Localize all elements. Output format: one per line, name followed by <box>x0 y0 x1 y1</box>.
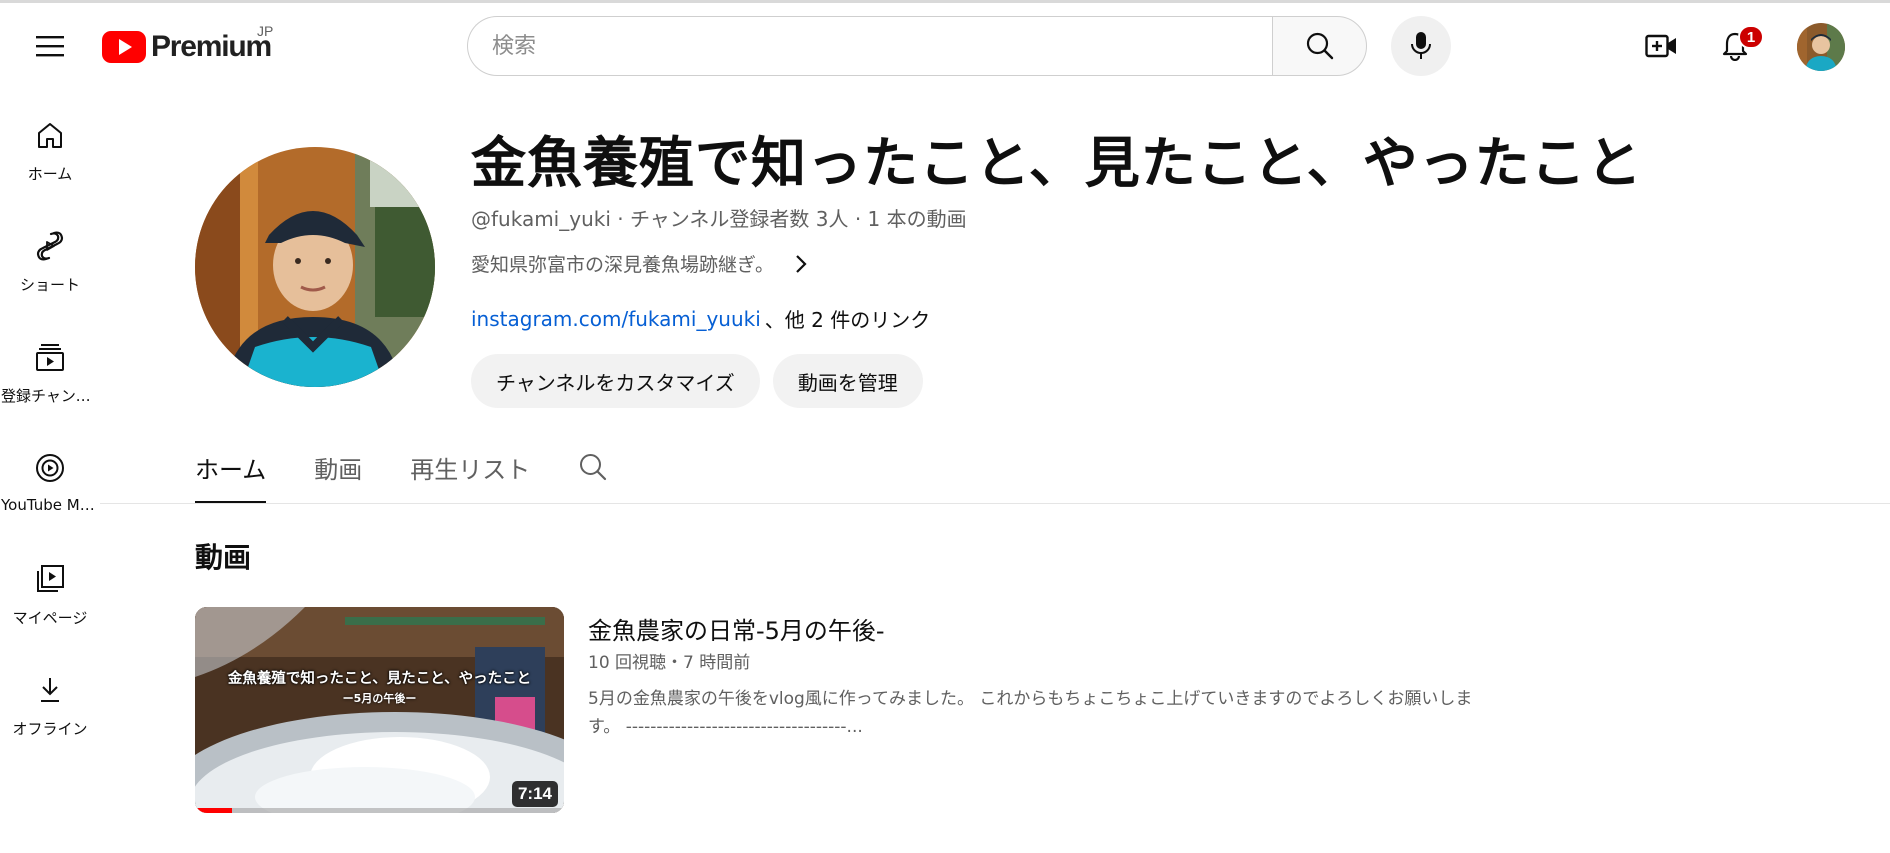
video-item: 金魚養殖で知ったこと、見たこと、やったこと ー5月の午後ー 7:14 金魚農家の… <box>195 607 1495 813</box>
channel-avatar-image-icon <box>195 147 435 387</box>
microphone-icon <box>1411 32 1431 59</box>
tab-videos[interactable]: 動画 <box>314 448 362 504</box>
youtube-play-logo-icon <box>102 31 146 63</box>
video-description: 5月の金魚農家の午後をvlog風に作ってみました。 これからもちょこちょこ上げて… <box>588 689 1473 737</box>
mini-guide: ホーム ショート 登録チャンネル YouTube Music マイページ オフラ… <box>0 105 100 771</box>
video-title[interactable]: 金魚農家の日常-5月の午後- <box>588 611 885 646</box>
masthead: Premium JP 1 <box>0 3 1890 87</box>
tab-playlists[interactable]: 再生リスト <box>410 448 530 504</box>
sidebar-item-downloads[interactable]: オフライン <box>0 660 100 771</box>
home-icon <box>38 123 62 148</box>
instagram-link[interactable]: instagram.com/fukami_yuuki <box>471 307 761 331</box>
channel-description[interactable]: 愛知県弥富市の深見養魚場跡継ぎ。 <box>471 250 808 277</box>
voice-search-button[interactable] <box>1391 16 1451 76</box>
video-thumbnail-image-icon <box>195 607 564 813</box>
meta-separator: ‧ <box>848 207 868 231</box>
sidebar-item-label: オフライン <box>12 720 88 738</box>
country-code: JP <box>257 23 274 39</box>
watch-progress-fill <box>195 808 232 813</box>
channel-avatar[interactable] <box>195 147 435 387</box>
thumbnail-overlay-title: 金魚養殖で知ったこと、見たこと、やったこと <box>227 671 532 687</box>
download-icon <box>41 678 59 702</box>
manage-videos-button[interactable]: 動画を管理 <box>772 354 923 408</box>
channel-metadata: @fukami_yuki ‧ チャンネル登録者数 3人 ‧ 1 本の動画 <box>471 203 967 232</box>
meta-separator: ・ <box>666 653 684 673</box>
more-links-button[interactable]: 、他 2 件のリンク <box>765 304 930 333</box>
sidebar-item-library[interactable]: マイページ <box>0 549 100 660</box>
sidebar-item-label: YouTube Music <box>1 496 99 514</box>
shorts-icon <box>36 231 64 261</box>
video-count: 1 本の動画 <box>867 207 967 231</box>
customize-channel-button[interactable]: チャンネルをカスタマイズ <box>471 354 760 408</box>
create-video-icon <box>1645 34 1676 58</box>
channel-description-text: 愛知県弥富市の深見養魚場跡継ぎ。 <box>471 254 775 276</box>
logo-wordmark: Premium <box>151 30 272 63</box>
search-bar <box>467 16 1367 76</box>
search-button[interactable] <box>1272 16 1367 76</box>
tabs-divider <box>100 503 1890 504</box>
channel-handle: @fukami_yuki <box>471 207 611 231</box>
channel-tabs: ホーム 動画 再生リスト <box>195 448 608 504</box>
search-box[interactable] <box>467 16 1272 76</box>
account-avatar-image-icon <box>1797 23 1845 71</box>
video-age: 7 時間前 <box>683 653 751 673</box>
search-icon <box>580 454 607 481</box>
sidebar-item-home[interactable]: ホーム <box>0 105 100 216</box>
chevron-right-icon <box>794 254 808 274</box>
video-thumbnail[interactable]: 金魚養殖で知ったこと、見たこと、やったこと ー5月の午後ー 7:14 <box>195 607 564 813</box>
guide-menu-button[interactable] <box>26 22 74 70</box>
youtube-music-icon <box>36 454 64 482</box>
video-views: 10 回視聴 <box>588 653 667 673</box>
hamburger-menu-icon <box>36 36 64 57</box>
sidebar-item-label: マイページ <box>12 609 88 627</box>
watch-progress-bar <box>195 808 564 813</box>
section-title[interactable]: 動画 <box>195 536 251 576</box>
thumbnail-overlay-subtitle: ー5月の午後ー <box>342 692 417 705</box>
youtube-premium-logo[interactable]: Premium JP <box>102 23 273 67</box>
subscriptions-icon <box>36 344 64 371</box>
sidebar-item-subscriptions[interactable]: 登録チャンネル <box>0 327 100 438</box>
search-input[interactable] <box>492 33 1272 59</box>
meta-separator: ‧ <box>610 207 630 231</box>
notification-count-badge: 1 <box>1738 25 1764 49</box>
create-button[interactable] <box>1636 21 1686 71</box>
sidebar-item-youtube-music[interactable]: YouTube Music <box>0 438 100 549</box>
subscriber-count: チャンネル登録者数 3人 <box>629 207 849 231</box>
sidebar-item-label: 登録チャンネル <box>1 387 99 405</box>
channel-title: 金魚養殖で知ったこと、見たこと、やったこと <box>471 131 1643 195</box>
sidebar-item-label: ホーム <box>27 165 73 183</box>
video-duration: 7:14 <box>511 781 558 807</box>
video-metadata: 10 回視聴・7 時間前 <box>588 648 750 673</box>
channel-links: instagram.com/fukami_yuuki 、他 2 件のリンク <box>471 304 930 333</box>
sidebar-item-shorts[interactable]: ショート <box>0 216 100 327</box>
channel-search-button[interactable] <box>578 452 608 486</box>
library-icon <box>37 565 64 592</box>
account-avatar[interactable] <box>1797 23 1845 71</box>
channel-actions: チャンネルをカスタマイズ 動画を管理 <box>471 354 923 408</box>
search-icon <box>1306 32 1333 60</box>
sidebar-item-label: ショート <box>19 276 80 294</box>
tab-home[interactable]: ホーム <box>195 448 267 504</box>
